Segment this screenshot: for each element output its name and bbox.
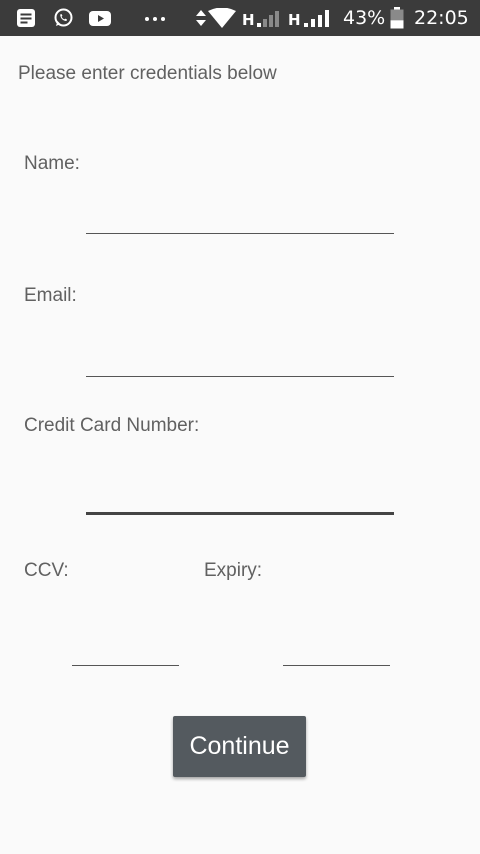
ccv-label: CCV: [24,560,69,581]
credit-card-label: Credit Card Number: [24,415,200,436]
youtube-icon [89,11,111,26]
wifi-icon [208,8,236,28]
battery-percent: 43% [343,7,386,29]
battery-icon [390,7,404,29]
clock-time: 22:05 [414,7,469,29]
signal-strong-icon [304,10,329,27]
network-type-1: H [242,11,255,29]
status-bar: H H 43% 22:05 [0,0,480,36]
data-arrows-icon [196,10,206,26]
email-input[interactable] [86,346,394,377]
expiry-input[interactable] [283,635,390,666]
message-icon [17,9,35,27]
more-dots-icon [145,17,165,21]
whatsapp-icon [54,8,73,27]
continue-button[interactable]: Continue [173,716,306,777]
name-input[interactable] [86,203,394,234]
name-label: Name: [24,153,80,174]
expiry-label: Expiry: [204,560,263,581]
network-type-2: H [288,11,301,29]
instructions-text: Please enter credentials below [18,63,277,84]
ccv-input[interactable] [72,635,179,666]
email-label: Email: [24,285,77,306]
credit-card-input[interactable] [86,482,394,515]
signal-weak-icon [257,11,279,27]
